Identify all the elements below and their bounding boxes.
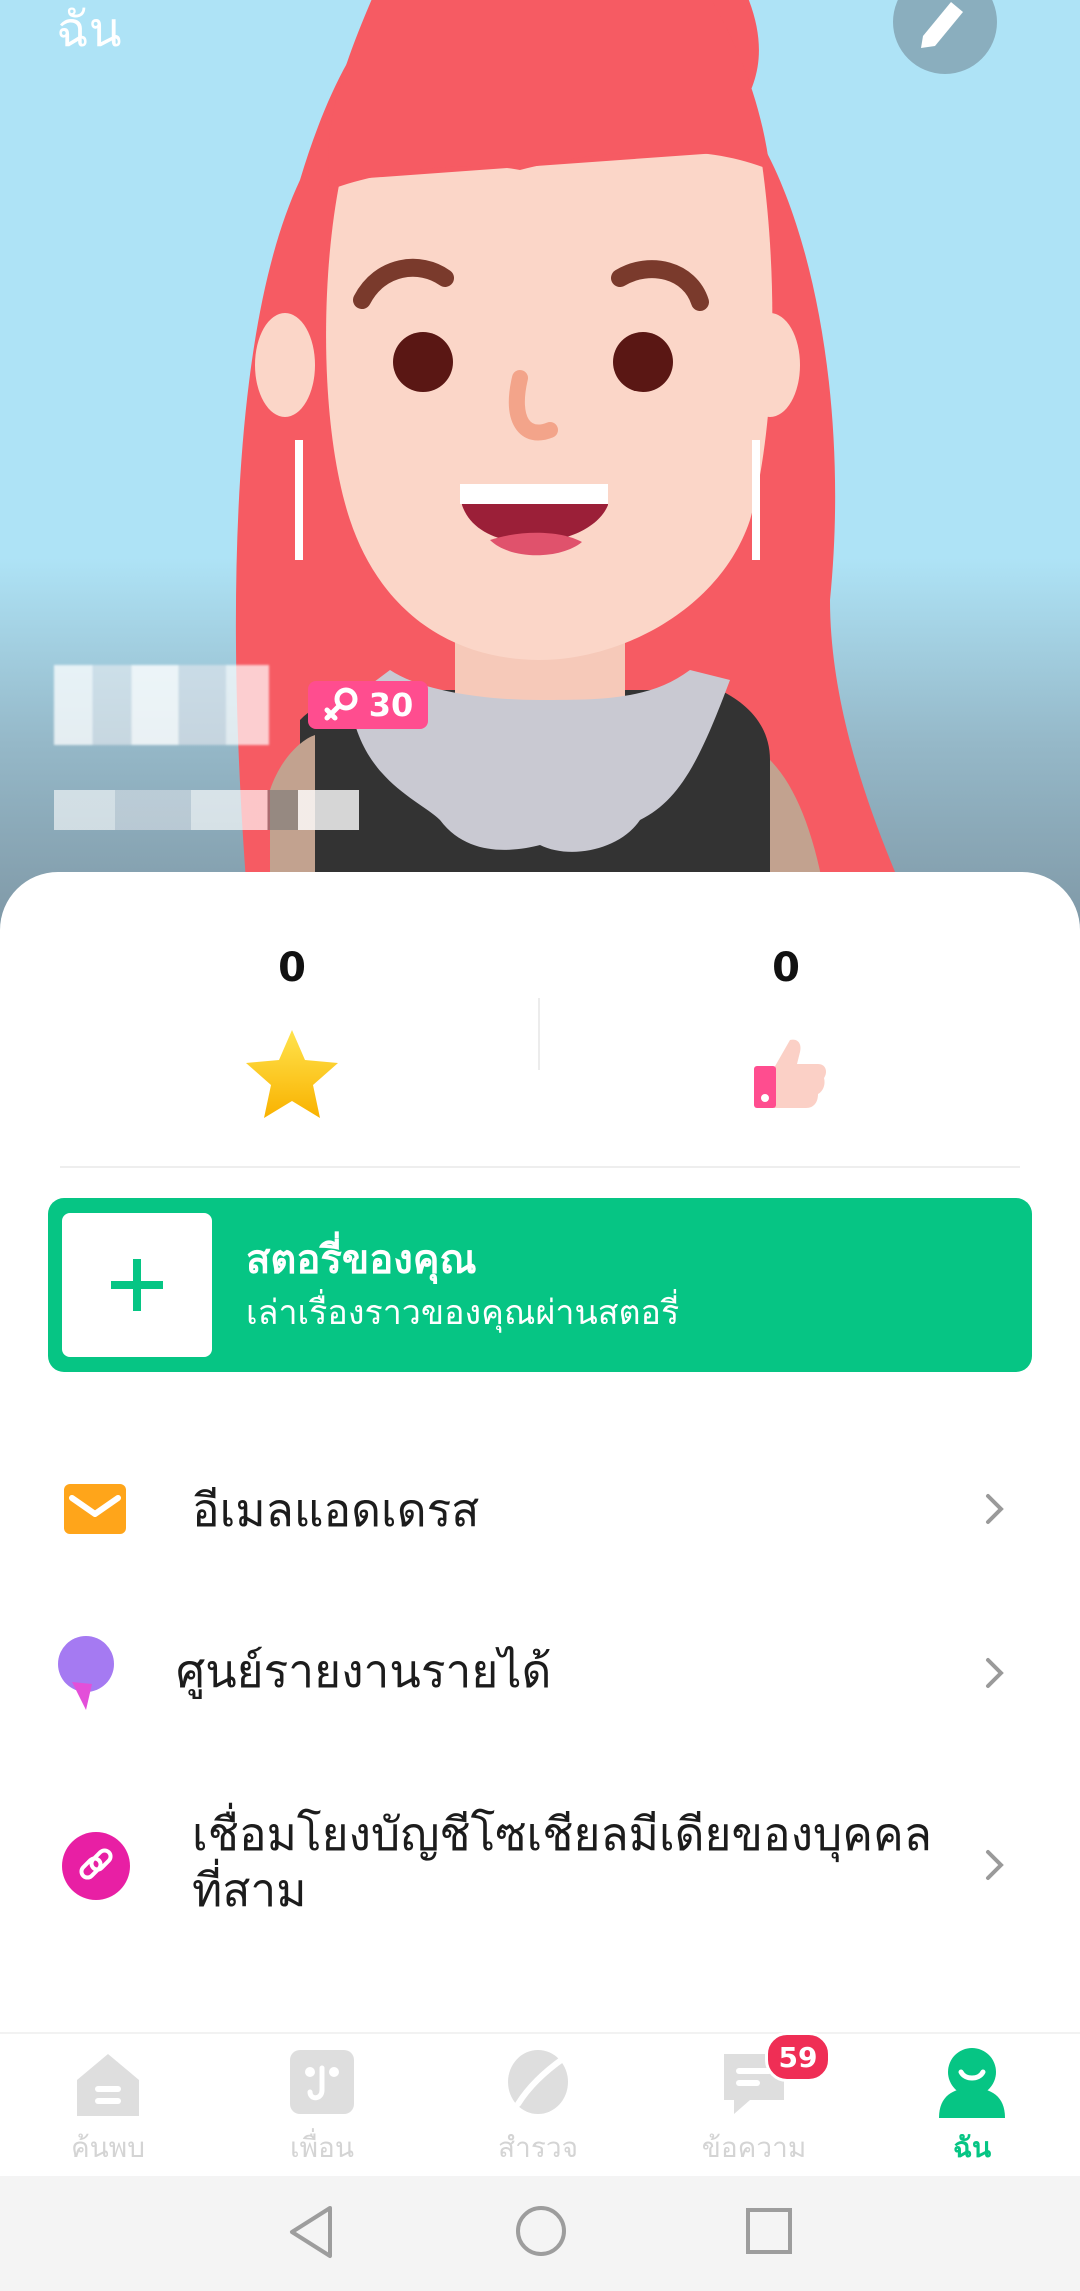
chevron-right-icon [986,1658,1004,1688]
level-value: 30 [368,686,414,724]
story-subtitle: เล่าเรื่องราวของคุณผ่านสตอรี่ [246,1293,680,1333]
chevron-right-icon [986,1494,1004,1524]
system-navigation-bar [0,2176,1080,2291]
profile-header: ฉัน 30 [0,0,1080,930]
nav-label-messages: ข้อความ [701,2131,807,2164]
explore-icon [508,2050,568,2114]
stats-divider [538,998,540,1070]
add-story-button[interactable] [62,1213,212,1357]
nav-friends[interactable]: เพื่อน [232,2034,412,2178]
nav-label-discover: ค้นพบ [70,2131,146,2164]
menu-label-link-social: เชื่อมโยงบัญชีโซเชียลมีเดียของบุคคล ที่ส… [192,1806,932,1918]
bottom-navigation: ค้นพบ เพื่อน สำรวจ 59 ข้อความ ฉัน [0,2032,1080,2178]
recents-icon[interactable] [744,2206,794,2256]
username-blurred [54,665,269,745]
profile-icon [939,2048,1005,2118]
menu-label-line1: เชื่อมโยงบัญชีโซเชียลมีเดียของบุคคล [192,1807,932,1861]
nav-label-explore: สำรวจ [498,2131,578,2164]
menu-label-income-report: ศูนย์รายงานรายได้ [176,1644,552,1698]
microphone-icon [58,1636,114,1710]
chevron-right-icon [986,1850,1004,1880]
nav-messages[interactable]: 59 ข้อความ [664,2032,844,2178]
home-icon [77,2054,139,2116]
menu-label-line2: ที่สาม [192,1863,307,1917]
menu-item-link-social[interactable]: เชื่อมโยงบัญชีโซเชียลมีเดียของบุคคล ที่ส… [0,1790,1080,1940]
thumbs-up-icon[interactable] [752,1036,828,1112]
nav-discover[interactable]: ค้นพบ [18,2034,198,2178]
link-icon [62,1832,130,1900]
menu-item-income-report[interactable]: ศูนย์รายงานรายได้ [0,1598,1080,1748]
level-badge: 30 [308,681,428,729]
nav-label-me: ฉัน [952,2131,992,2164]
divider [60,1166,1020,1168]
user-id-blurred [54,790,359,830]
unread-badge: 59 [765,2032,831,2082]
page-title: ฉัน [56,2,122,58]
menu-item-email[interactable]: อีเมลแอดเดรส [0,1440,1080,1580]
home-button-icon[interactable] [514,2204,568,2258]
edit-icon [921,2,963,48]
menu-label-email: อีเมลแอดเดรส [192,1483,480,1537]
friends-icon [290,2050,354,2114]
likes-count: 0 [772,945,800,991]
email-icon [64,1484,126,1534]
stars-count: 0 [278,945,306,991]
nav-label-friends: เพื่อน [290,2131,354,2164]
add-story-card[interactable]: สตอรี่ของคุณ เล่าเรื่องราวของคุณผ่านสตอร… [48,1198,1032,1372]
gender-female-icon [324,687,358,721]
back-icon[interactable] [286,2204,338,2260]
story-title: สตอรี่ของคุณ [246,1237,477,1283]
nav-explore[interactable]: สำรวจ [448,2034,628,2178]
nav-me[interactable]: ฉัน [882,2034,1062,2178]
plus-icon [111,1259,163,1311]
star-icon[interactable] [244,1028,340,1120]
